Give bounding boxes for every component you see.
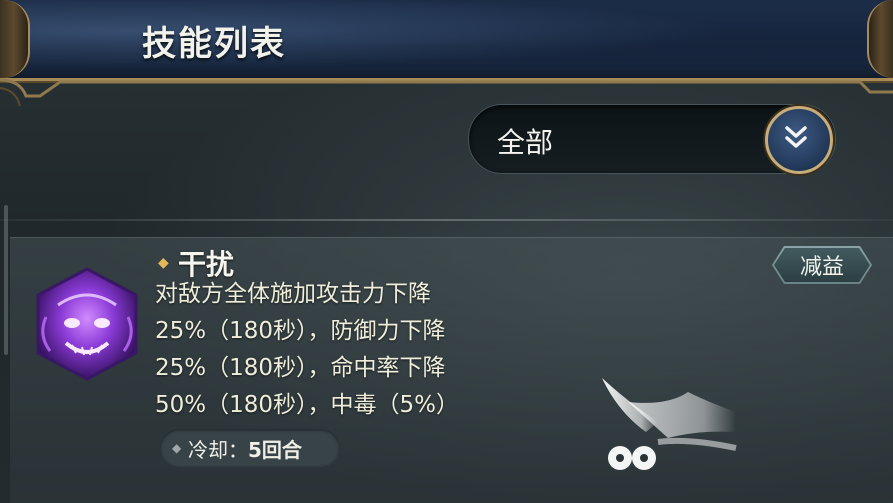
skill-description: 对敌方全体施加攻击力下降 25%（180秒），防御力下降 25%（180秒），命… <box>155 276 535 424</box>
cooldown-label: 冷却： <box>188 437 248 462</box>
description-line: 对敌方全体施加攻击力下降 <box>155 281 431 307</box>
filter-expand-button[interactable] <box>765 106 833 174</box>
skill-list-screen: 技能列表 全部 ◆ 干扰 减益 对敌方全体施加攻击力下降 25%（180秒），防… <box>0 0 893 503</box>
skill-type-tag-label: 减益 <box>774 248 870 282</box>
cooldown-value: 5回合 <box>248 437 302 462</box>
section-divider <box>0 219 893 221</box>
title-bar: 技能列表 <box>0 0 893 81</box>
skill-type-tag: 减益 <box>772 246 872 284</box>
description-line: 25%（180秒），命中率下降 <box>155 355 446 381</box>
cooldown-badge: ◆ 冷却： 5回合 <box>160 429 340 467</box>
page-title: 技能列表 <box>142 24 286 64</box>
description-line: 50%（180秒），中毒（5%） <box>155 392 460 418</box>
double-chevron-down-icon <box>785 126 807 148</box>
scrollbar[interactable] <box>4 205 8 355</box>
filter-dropdown[interactable]: 全部 <box>468 104 836 174</box>
filter-selected-label: 全部 <box>497 126 554 159</box>
game-watermark-logo <box>602 378 737 470</box>
diamond-icon: ◆ <box>172 441 182 455</box>
diamond-icon: ◆ <box>158 255 169 271</box>
description-line: 25%（180秒），防御力下降 <box>155 318 446 344</box>
purple-demon-skill-icon <box>36 267 138 381</box>
